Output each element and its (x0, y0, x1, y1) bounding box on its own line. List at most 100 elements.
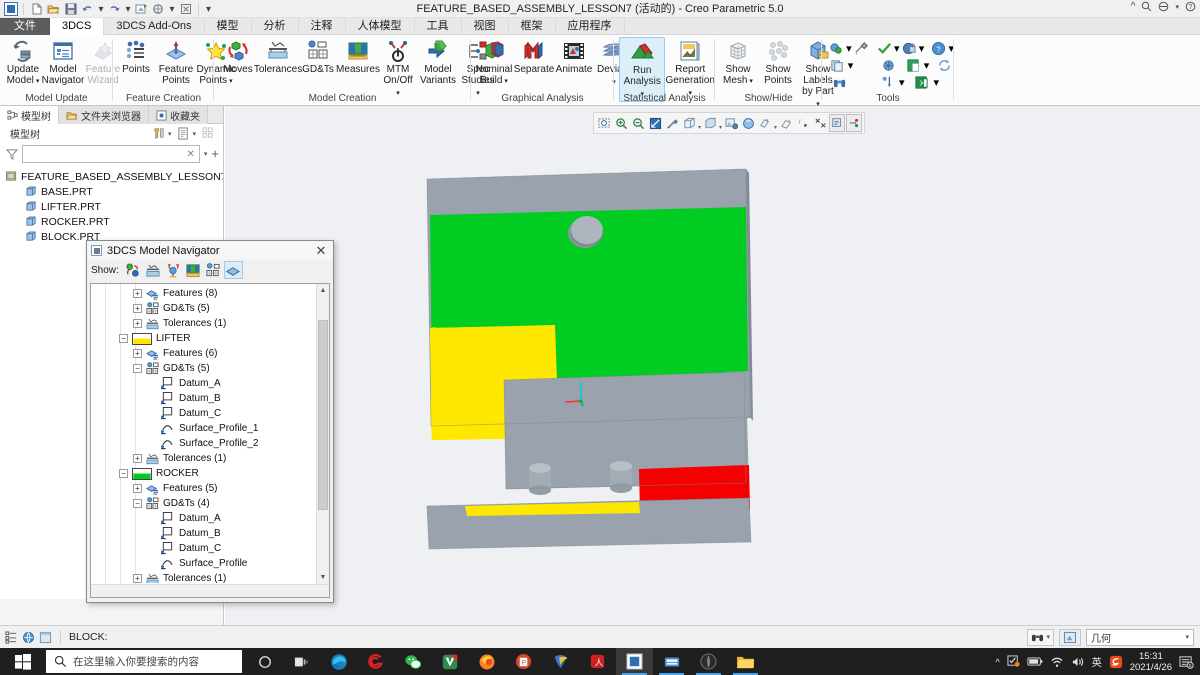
status-filter-combo[interactable]: 几何 ▾ (1086, 628, 1194, 646)
update-model-button[interactable]: Update Model ▾ (3, 37, 43, 88)
show-gdts-icon[interactable] (184, 261, 203, 279)
tree-columns-icon[interactable] (202, 127, 215, 140)
system-tray[interactable]: ^ 英 15:31 2021/4/26 5 (996, 651, 1200, 673)
help-icon[interactable]: ? (1185, 1, 1196, 12)
battery-icon[interactable] (1027, 656, 1043, 667)
status-bar-right[interactable]: ▾ 几何 ▾ (1027, 628, 1200, 646)
tab-annotate[interactable]: 注释 (299, 18, 346, 35)
show-measures-icon[interactable] (164, 261, 183, 279)
navigator-tree-row[interactable]: Surface_Profile_2 (91, 436, 315, 451)
show-mesh-button[interactable]: Show Mesh ▾ (718, 37, 758, 88)
ribbon-collapse-icon[interactable]: ^ (1131, 1, 1136, 12)
navigator-tree-row[interactable]: Surface_Profile_1 (91, 421, 315, 436)
status-tree-icon[interactable] (5, 630, 18, 644)
navigator-tree-row[interactable]: − GD&Ts (5) (91, 361, 315, 376)
video-player-icon[interactable] (542, 648, 579, 675)
report-generation-button[interactable]: Report Generation ▾ (665, 37, 715, 100)
navigator-tree-row[interactable]: Surface_Profile (91, 556, 315, 571)
show-hidden-icons-icon[interactable]: ^ (996, 657, 1000, 667)
add-filter-icon[interactable]: + (211, 147, 219, 160)
status-selection-filter-button[interactable] (1059, 628, 1081, 646)
clear-filter-icon[interactable]: ✕ (187, 149, 195, 160)
nominal-build-button[interactable]: Nominal Build ▾ (474, 37, 514, 88)
tools-settings-dropdown-icon[interactable]: ▾ (846, 42, 852, 55)
tab-manikin[interactable]: 人体模型 (346, 18, 415, 35)
dialog-close-button[interactable]: ✕ (313, 243, 329, 259)
account-dropdown-icon[interactable]: ▾ (1175, 3, 1179, 11)
taskbar-clock[interactable]: 15:31 2021/4/26 (1130, 651, 1172, 673)
tab-view[interactable]: 视图 (462, 18, 509, 35)
ribbon-tab-list[interactable]: 文件 3DCS 3DCS Add-Ons 模型 分析 注释 人体模型 工具 视图… (0, 18, 1200, 35)
wps-icon[interactable] (431, 648, 468, 675)
expand-icon[interactable]: + (133, 289, 142, 298)
cortana-icon[interactable] (246, 648, 283, 675)
start-button[interactable] (0, 648, 46, 675)
status-globe-icon[interactable] (22, 631, 35, 644)
expand-icon[interactable]: + (133, 304, 142, 313)
moves-button[interactable]: Moves (218, 37, 258, 76)
model-tree-search-input[interactable]: ✕ (22, 145, 200, 163)
tab-framework[interactable]: 框架 (509, 18, 556, 35)
status-search-button[interactable]: ▾ (1027, 628, 1054, 646)
notification-icon[interactable]: 5 (1179, 655, 1194, 669)
display-settings-dropdown-icon[interactable]: ▾ (192, 130, 196, 138)
tolerances-button[interactable]: Tolerances (254, 37, 302, 76)
account-icon[interactable] (1158, 1, 1169, 12)
ime-indicator[interactable]: 英 (1092, 654, 1102, 669)
show-moves-icon[interactable] (124, 261, 143, 279)
dialog-tree-container[interactable]: + Features (8) + GD&Ts (5) + Tolerances (1) − L… (90, 283, 330, 598)
creo-icon[interactable] (616, 648, 653, 675)
expand-icon[interactable]: + (133, 574, 142, 583)
file-explorer-icon[interactable] (727, 648, 764, 675)
navigator-tree-row[interactable]: Datum_A (91, 511, 315, 526)
security-icon[interactable] (1007, 655, 1020, 668)
navigator-tree-row[interactable]: − LIFTER (91, 331, 315, 346)
model-navigator-button[interactable]: Model Navigator (42, 37, 84, 87)
graphics-area[interactable]: ▾ ▾ x ▾ / (225, 106, 1200, 625)
navigator-tree-row[interactable]: Datum_C (91, 541, 315, 556)
collapse-icon[interactable]: − (133, 499, 142, 508)
volume-icon[interactable] (1071, 656, 1085, 668)
tools-excel-icon[interactable]: X (911, 73, 933, 93)
dialog-vertical-scrollbar[interactable]: ▲ ▼ (316, 284, 329, 597)
tools-export-dropdown-icon[interactable]: ▾ (924, 59, 930, 72)
tab-analysis[interactable]: 分析 (252, 18, 299, 35)
acrobat-icon[interactable]: 人 (579, 648, 616, 675)
navigator-tree-row[interactable]: − ROCKER (91, 466, 315, 481)
filter-settings-icon[interactable] (153, 127, 166, 140)
status-window-icon[interactable] (39, 631, 52, 644)
tab-applications[interactable]: 应用程序 (556, 18, 625, 35)
measures-button[interactable]: Measures (336, 37, 380, 76)
navigator-tree-row[interactable]: + Features (6) (91, 346, 315, 361)
tab-model[interactable]: 模型 (205, 18, 252, 35)
model-variants-button[interactable]: Model Variants (418, 37, 458, 87)
navigator-tree-row[interactable]: + Tolerances (1) (91, 316, 315, 331)
tools-wrench-icon[interactable] (853, 39, 870, 59)
expand-icon[interactable]: + (133, 349, 142, 358)
taskbar-search-box[interactable]: 在这里输入你要搜索的内容 (46, 650, 242, 673)
expand-icon[interactable]: + (133, 484, 142, 493)
navigator-tree-row[interactable]: Datum_B (91, 526, 315, 541)
tab-model-tree[interactable]: 模型树 (0, 106, 59, 124)
tab-favorites[interactable]: 收藏夹 (149, 106, 208, 124)
navigator-tree-row[interactable]: − GD&Ts (4) (91, 496, 315, 511)
navigator-tree[interactable]: + Features (8) + GD&Ts (5) + Tolerances (1) − L… (91, 286, 315, 583)
360-browser-icon[interactable] (357, 648, 394, 675)
tools-copy-dropdown-icon[interactable]: ▾ (848, 59, 854, 72)
wechat-icon[interactable] (394, 648, 431, 675)
navigator-tree-row[interactable]: + GD&Ts (5) (91, 301, 315, 316)
dropdown-caret-icon[interactable]: ▾ (34, 78, 40, 85)
display-settings-icon[interactable] (177, 127, 190, 140)
show-points-button[interactable]: Show Points (758, 37, 798, 87)
tab-3dcs[interactable]: 3DCS (50, 18, 105, 35)
filter-settings-dropdown-icon[interactable]: ▾ (168, 130, 172, 138)
separate-button[interactable]: Separate (514, 37, 554, 76)
show-features-icon[interactable] (223, 261, 243, 279)
edge-icon[interactable] (320, 648, 357, 675)
sogou-icon[interactable] (1109, 655, 1123, 669)
tools-measure-icon[interactable] (876, 73, 898, 93)
model-navigator-dialog[interactable]: 3DCS Model Navigator ✕ Show: + Features … (86, 240, 334, 603)
tools-refresh-icon[interactable] (935, 56, 954, 76)
tools-binoculars-icon[interactable] (828, 73, 850, 93)
search-icon[interactable] (1141, 1, 1152, 12)
